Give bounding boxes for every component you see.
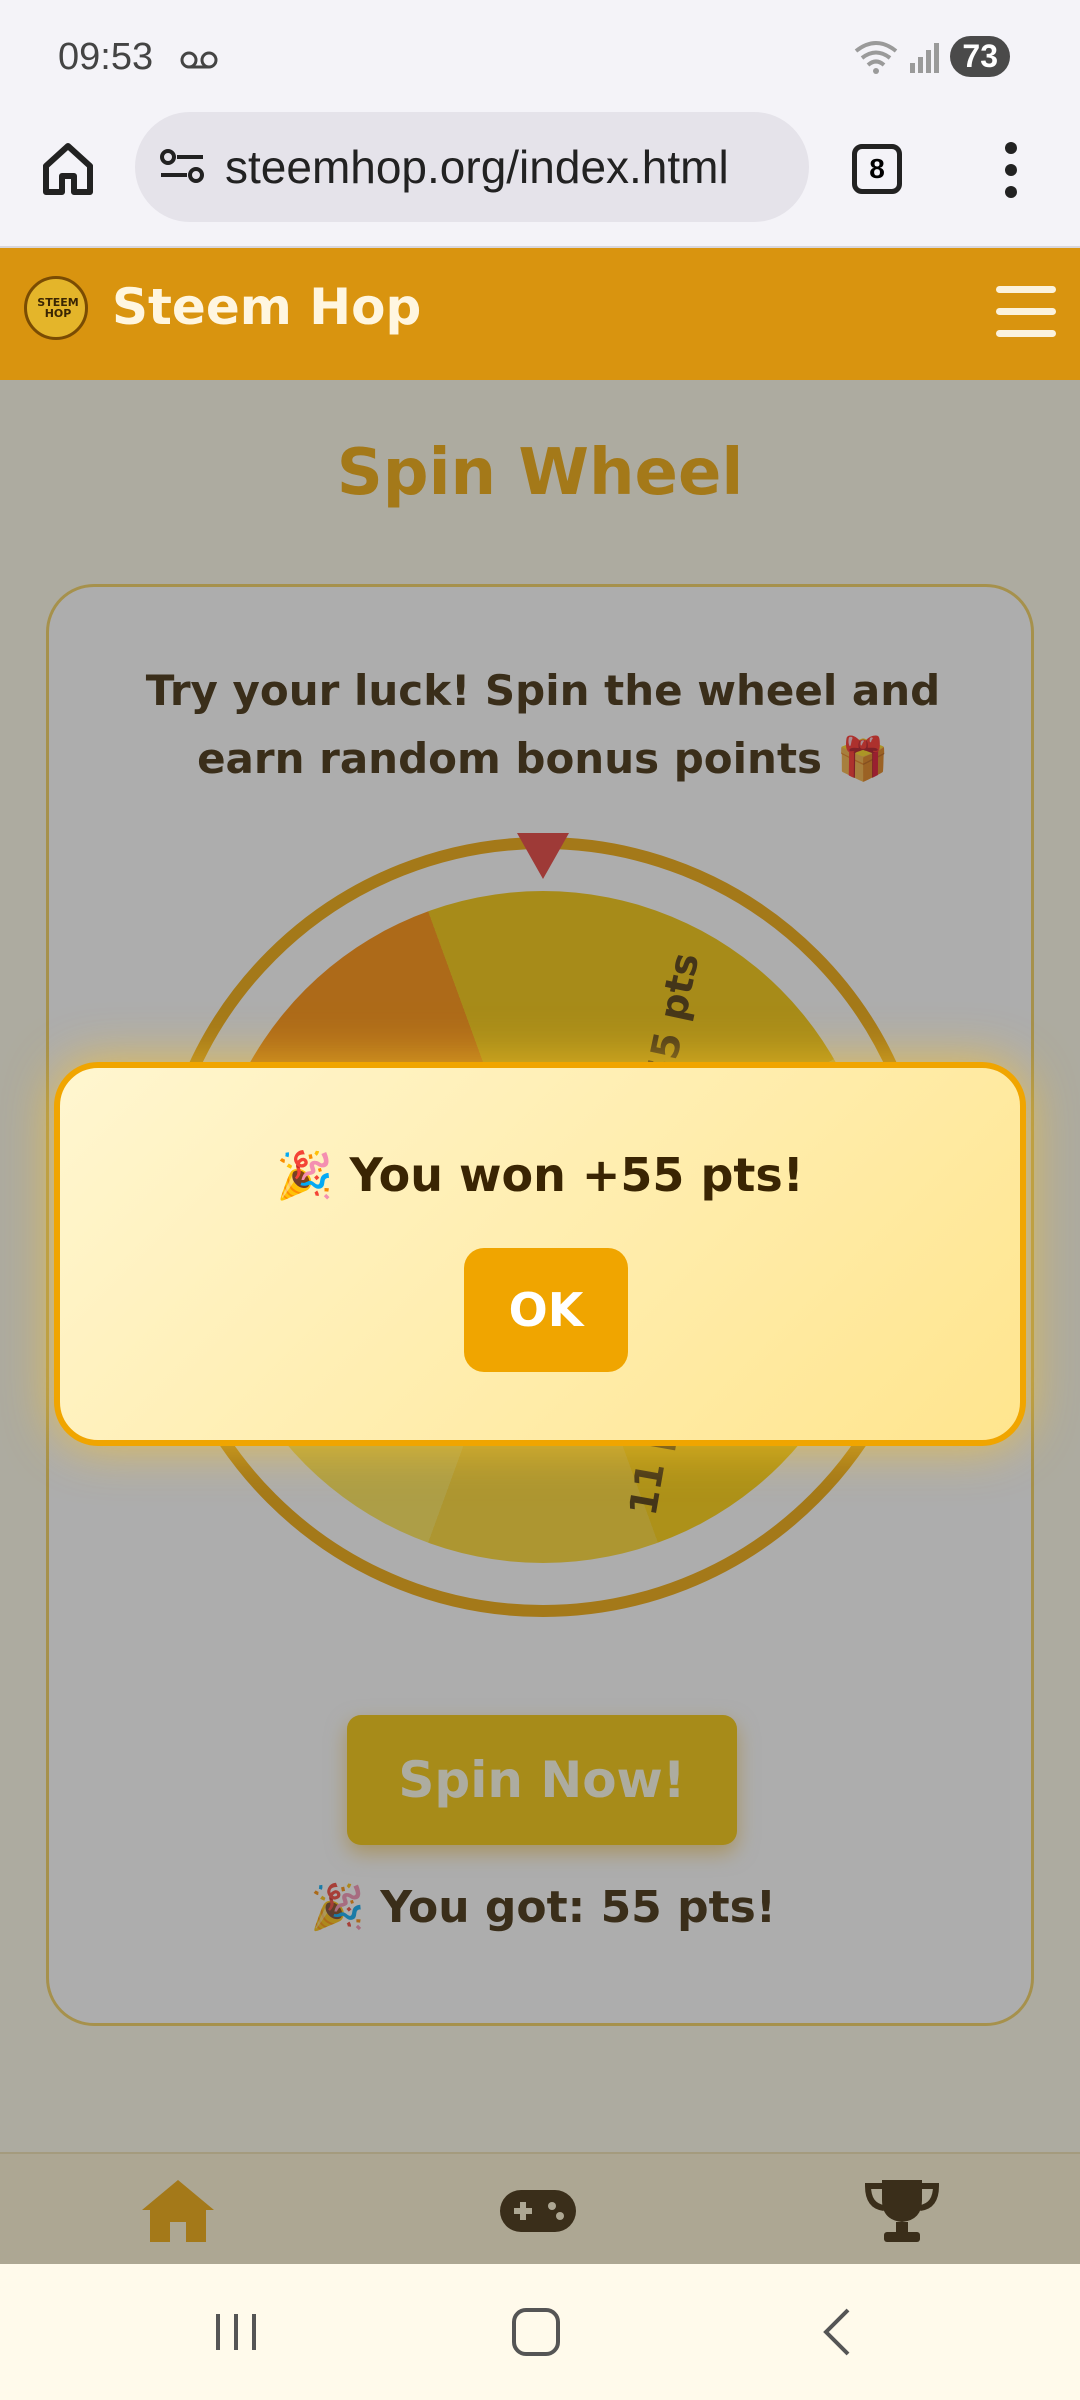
battery-indicator: 73 bbox=[950, 36, 1010, 77]
status-icons: 73 bbox=[854, 36, 1010, 77]
status-time: 09:53 bbox=[58, 36, 154, 78]
ok-button[interactable]: OK bbox=[464, 1248, 628, 1372]
app-title[interactable]: Steem Hop bbox=[112, 278, 421, 336]
browser-toolbar: steemhop.org/index.html 8 bbox=[0, 108, 1080, 248]
signal-icon bbox=[910, 42, 940, 73]
address-bar[interactable]: steemhop.org/index.html bbox=[135, 112, 809, 222]
back-icon[interactable] bbox=[812, 2304, 868, 2360]
voicemail-icon bbox=[180, 51, 218, 69]
tab-switcher-button[interactable]: 8 bbox=[852, 144, 902, 194]
home-icon[interactable] bbox=[38, 138, 98, 198]
app-header: STEEM HOP Steem Hop bbox=[0, 248, 1080, 380]
more-options-icon[interactable] bbox=[996, 140, 1026, 200]
hamburger-menu-icon[interactable] bbox=[996, 286, 1056, 340]
wifi-icon bbox=[855, 40, 898, 74]
status-bar: 09:53 73 bbox=[0, 0, 1080, 110]
system-nav-bar bbox=[0, 2264, 1080, 2400]
site-settings-icon[interactable] bbox=[159, 146, 205, 186]
app-logo[interactable]: STEEM HOP bbox=[24, 276, 88, 340]
recent-apps-icon[interactable] bbox=[208, 2304, 264, 2360]
url-text[interactable]: steemhop.org/index.html bbox=[225, 140, 729, 194]
home-button-icon[interactable] bbox=[508, 2304, 564, 2360]
win-message: 🎉 You won +55 pts! bbox=[276, 1148, 804, 1202]
win-dialog: 🎉 You won +55 pts! OK bbox=[54, 1062, 1026, 1446]
